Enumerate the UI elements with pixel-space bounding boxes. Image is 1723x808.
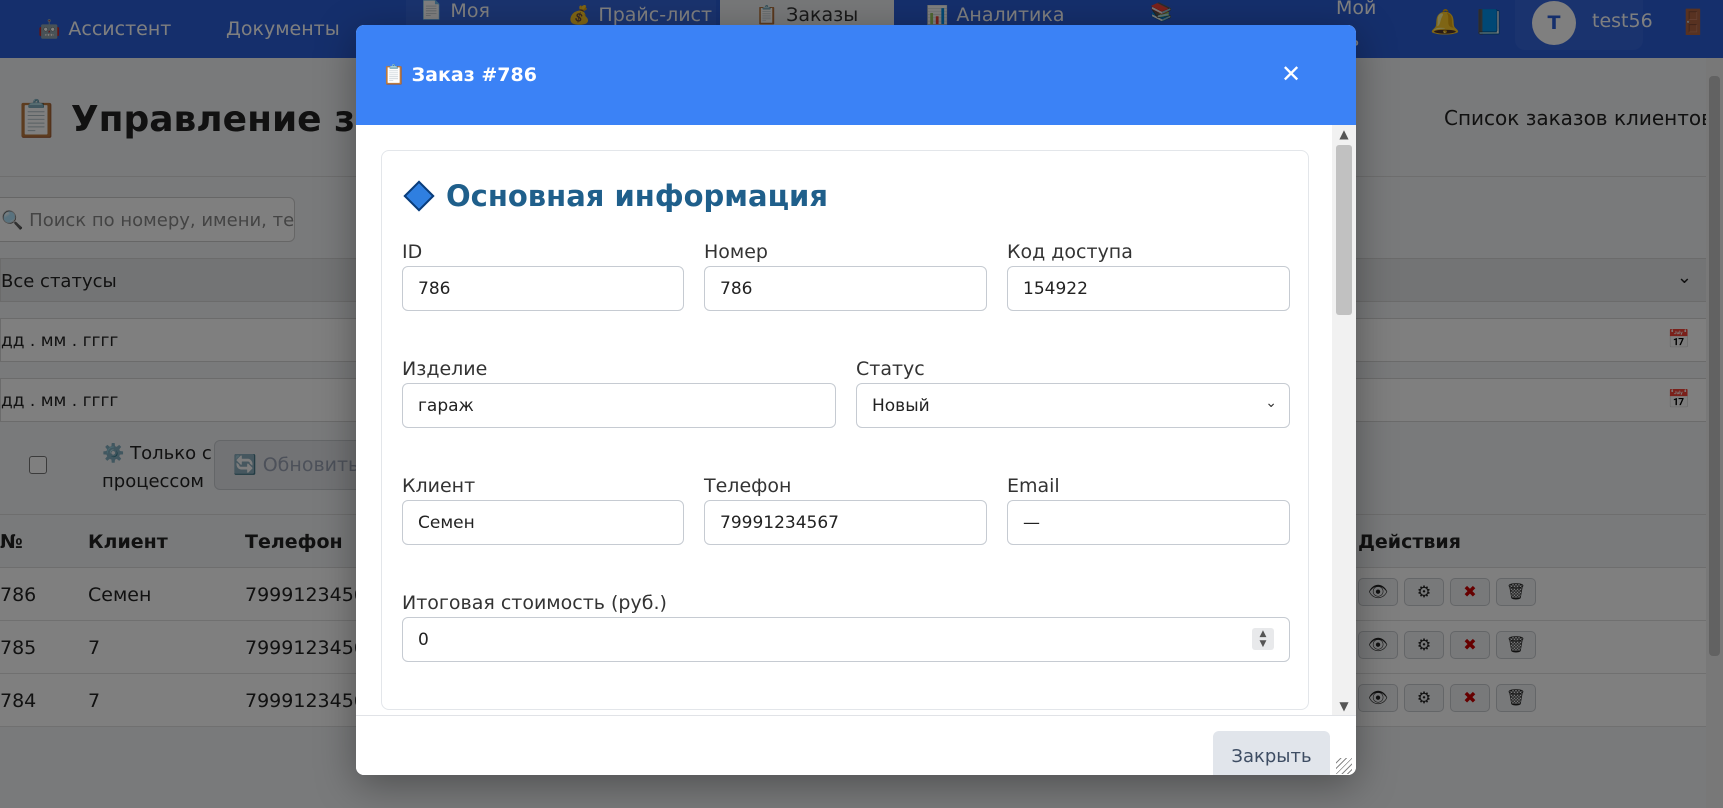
number-spinner[interactable]: ▲ ▼ — [1252, 628, 1274, 650]
modal-title: 📋 Заказ #786 — [382, 63, 537, 87]
total-cost-field[interactable]: 0 ▲ ▼ — [402, 617, 1290, 662]
blue-diamond-icon — [403, 180, 435, 212]
email-field[interactable]: — — [1007, 500, 1290, 545]
order-modal: 📋 Заказ #786 ✕ Основная информация ID 78… — [356, 25, 1356, 775]
scroll-up-icon[interactable]: ▲ — [1332, 125, 1356, 143]
main-info-card: Основная информация ID 786 Номер 786 Код… — [381, 150, 1309, 710]
scrollbar-thumb[interactable] — [1336, 145, 1352, 315]
product-field[interactable]: гараж — [402, 383, 836, 428]
modal-header: 📋 Заказ #786 ✕ — [356, 25, 1356, 125]
modal-body: Основная информация ID 786 Номер 786 Код… — [356, 125, 1356, 715]
modal-scrollbar[interactable]: ▲ ▼ — [1332, 125, 1356, 715]
id-field[interactable]: 786 — [402, 266, 684, 311]
number-label: Номер — [704, 241, 768, 263]
id-label: ID — [402, 241, 423, 263]
phone-field[interactable]: 79991234567 — [704, 500, 987, 545]
access-code-field[interactable]: 154922 — [1007, 266, 1290, 311]
access-code-label: Код доступа — [1007, 241, 1133, 263]
status-label: Статус — [856, 358, 925, 380]
client-label: Клиент — [402, 475, 476, 497]
clipboard-icon: 📋 — [382, 64, 406, 86]
modal-footer: Закрыть — [356, 715, 1356, 775]
phone-label: Телефон — [704, 475, 792, 497]
scroll-down-icon[interactable]: ▼ — [1332, 697, 1356, 715]
close-icon[interactable]: ✕ — [1276, 59, 1306, 89]
total-label: Итоговая стоимость (руб.) — [402, 592, 667, 614]
number-field[interactable]: 786 — [704, 266, 987, 311]
chevron-down-icon: ⌄ — [1265, 395, 1277, 411]
email-label: Email — [1007, 475, 1060, 497]
section-title: Основная информация — [402, 179, 828, 213]
status-select[interactable]: Новый ⌄ — [856, 383, 1290, 428]
close-button[interactable]: Закрыть — [1213, 731, 1330, 775]
client-field[interactable]: Семен — [402, 500, 684, 545]
product-label: Изделие — [402, 358, 488, 380]
resize-handle[interactable] — [1336, 758, 1352, 774]
